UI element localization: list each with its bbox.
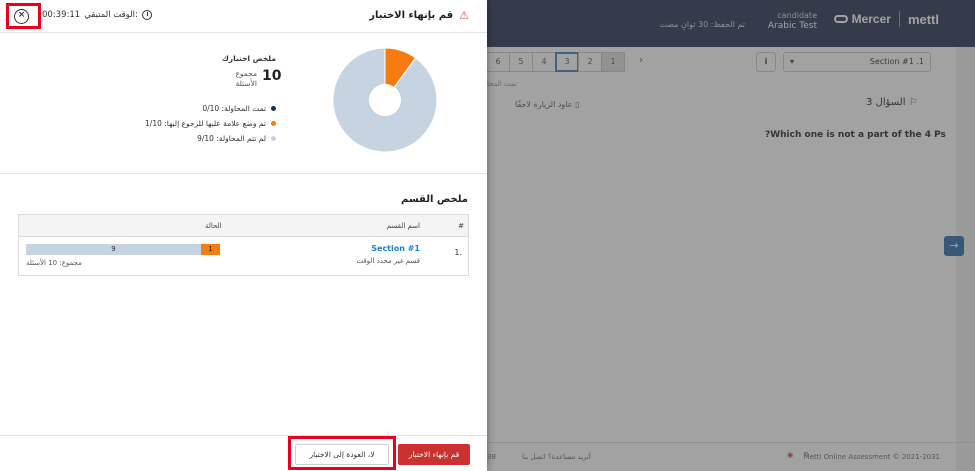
finish-test-button[interactable]: قم بإنهاء الاختبار: [398, 444, 470, 465]
section-summary-heading: ملخص القسم: [400, 194, 468, 205]
panel-footer: لا، العودة إلى الاختبار قم بإنهاء الاختب…: [0, 435, 487, 471]
total-questions-number: 10: [262, 68, 282, 84]
warning-icon: ⚠: [459, 9, 469, 22]
panel-title: قم بإنهاء الاختبار ⚠: [369, 9, 469, 22]
panel-header: × 00:39:11 الوقت المتبقي: قم بإنهاء الاخ…: [0, 0, 487, 33]
timer-label: الوقت المتبقي:: [84, 10, 138, 20]
finish-test-panel: × 00:39:11 الوقت المتبقي: قم بإنهاء الاخ…: [0, 0, 487, 471]
column-status: الحالة: [205, 222, 222, 230]
legend-item: تمت المحاولة: 0/10: [202, 104, 276, 113]
legend-dot: [271, 121, 276, 126]
table-row: 1. Section #1 قسم غير محدد الوقت 9 1 مجم…: [19, 237, 468, 275]
section-subtitle: قسم غير محدد الوقت: [356, 257, 420, 265]
legend-dot: [271, 106, 276, 111]
legend-item: تم وضع علامة عليها للرجوع إليها: 1/10: [145, 119, 276, 128]
row-number: 1.: [454, 248, 462, 257]
legend-item: لم تتم المحاولة: 9/10: [197, 134, 276, 143]
summary-legend: تمت المحاولة: 0/10 تم وضع علامة عليها لل…: [145, 104, 276, 143]
status-progress-bar: 9 1: [26, 244, 220, 255]
table-header: # اسم القسم الحالة: [19, 215, 468, 237]
column-section-name: اسم القسم: [386, 222, 420, 230]
section-name-link[interactable]: Section #1: [371, 244, 420, 253]
timer-value: 00:39:11: [42, 10, 81, 20]
close-highlight-box: [6, 3, 41, 29]
column-num: #: [458, 222, 464, 230]
back-highlight-box: [288, 436, 396, 470]
legend-dot: [271, 136, 276, 141]
section-summary-table: # اسم القسم الحالة 1. Section #1 قسم غير…: [18, 214, 469, 276]
test-summary: ملخص اختبارك 10 مجموع الأسئلة تمت المحاو…: [0, 34, 487, 174]
summary-pie-chart: [333, 48, 437, 152]
total-questions-label: مجموع الأسئلة: [235, 69, 257, 88]
pie-center-hole: [369, 84, 401, 116]
time-remaining: 00:39:11 الوقت المتبقي:: [42, 10, 152, 20]
marked-segment: 1: [201, 244, 220, 255]
status-total: مجموع: 10 الأسئلة: [26, 259, 82, 267]
summary-heading: ملخص اختبارك: [221, 54, 276, 63]
clock-icon: [141, 10, 152, 20]
unattempted-segment: 9: [26, 244, 201, 255]
